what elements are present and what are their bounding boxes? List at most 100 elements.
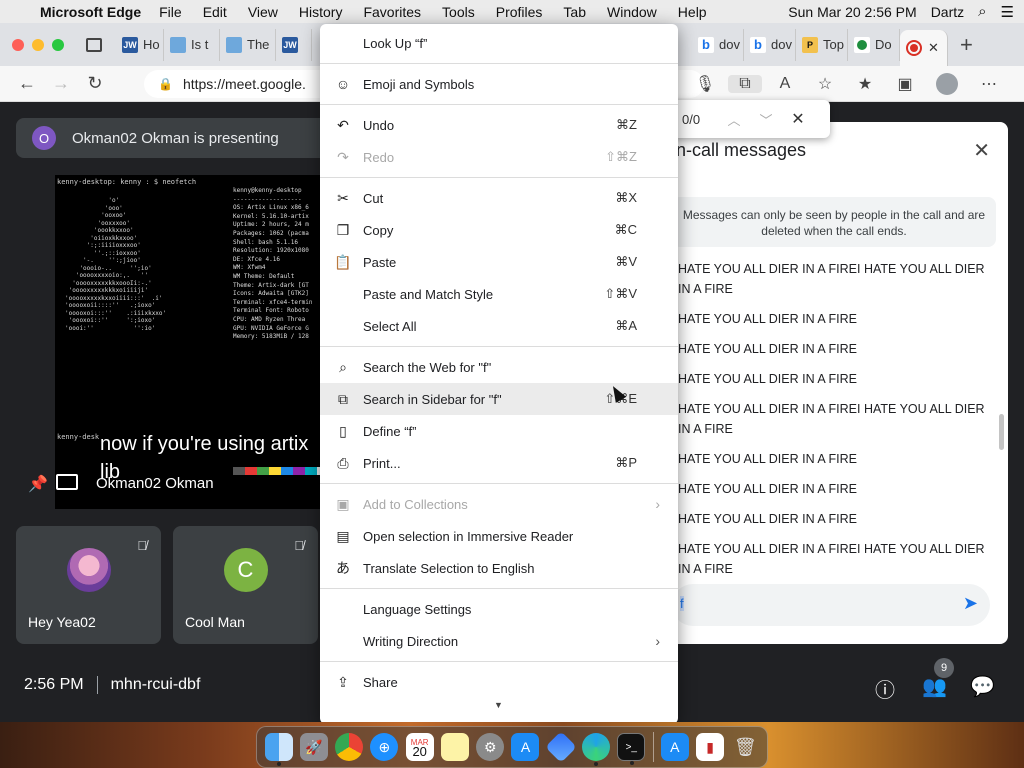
app-store-folder-icon[interactable]: A bbox=[660, 733, 689, 761]
menu-item-cut[interactable]: ✂ Cut ⌘X bbox=[320, 182, 678, 214]
tab-2[interactable]: Is t bbox=[164, 28, 220, 61]
menu-item-emoji[interactable]: ☺ Emoji and Symbols bbox=[320, 68, 678, 100]
send-icon[interactable]: ➤ bbox=[963, 593, 978, 614]
forward-arrow-icon[interactable]: → bbox=[44, 73, 78, 94]
menu-item-label: Paste and Match Style bbox=[363, 286, 494, 302]
menu-item-writing-direction[interactable]: Writing Direction › bbox=[320, 625, 678, 657]
pin-icon[interactable]: 📌 bbox=[28, 474, 48, 494]
participant-tile[interactable]: 🎙̸ C Cool Man bbox=[173, 526, 318, 644]
finder-icon[interactable] bbox=[264, 733, 293, 766]
menu-view[interactable]: View bbox=[248, 4, 278, 20]
collections-icon[interactable]: ▣ bbox=[888, 74, 922, 94]
menu-item-print[interactable]: ⎙ Print... ⌘P bbox=[320, 447, 678, 479]
tab-active-recording[interactable]: ✕ bbox=[900, 30, 948, 66]
menu-edit[interactable]: Edit bbox=[203, 4, 227, 20]
read-aloud-icon[interactable]: A bbox=[768, 75, 802, 93]
menu-item-redo[interactable]: ↷ Redo ⇧⌘Z bbox=[320, 141, 678, 173]
recording-icon bbox=[906, 40, 922, 56]
find-next-icon[interactable]: ﹀ bbox=[750, 110, 782, 129]
info-icon[interactable]: ⓘ bbox=[875, 674, 895, 703]
tab-meet[interactable]: Do bbox=[848, 28, 900, 61]
launchpad-icon[interactable]: 🚀 bbox=[299, 733, 328, 761]
chrome-icon[interactable] bbox=[335, 733, 364, 761]
user-name[interactable]: Dartz bbox=[931, 4, 964, 20]
menu-item-share[interactable]: ⇪ Share bbox=[320, 666, 678, 698]
dictionary-icon: ▯ bbox=[339, 422, 347, 439]
participant-tile[interactable]: 🎙̸ Hey Yea02 bbox=[16, 526, 161, 644]
close-find-icon[interactable]: ✕ bbox=[782, 109, 814, 129]
zoom-window-button[interactable] bbox=[52, 38, 64, 51]
chat-notice: Messages can only be seen by people in t… bbox=[672, 197, 996, 247]
menu-item-undo[interactable]: ↶ Undo ⌘Z bbox=[320, 109, 678, 141]
close-icon[interactable]: ✕ bbox=[973, 138, 990, 163]
menu-item-label: Open selection in Immersive Reader bbox=[363, 528, 574, 544]
scroll-down-icon[interactable]: ▼ bbox=[494, 700, 503, 710]
menu-item-paste[interactable]: 📋 Paste ⌘V bbox=[320, 246, 678, 278]
menu-history[interactable]: History bbox=[299, 4, 343, 20]
refresh-icon[interactable]: ↻ bbox=[78, 73, 112, 94]
window-controls bbox=[12, 38, 64, 51]
microphone-icon[interactable]: 🎙 bbox=[688, 74, 722, 94]
minimize-window-button[interactable] bbox=[32, 38, 44, 51]
system-preferences-icon[interactable]: ⚙ bbox=[476, 733, 505, 761]
menu-tools[interactable]: Tools bbox=[442, 4, 475, 20]
shortcut: ⌘Z bbox=[616, 117, 637, 132]
app-store-icon[interactable]: A bbox=[511, 733, 540, 761]
edge-icon[interactable] bbox=[582, 733, 611, 766]
find-in-page-icon[interactable]: ⧉ bbox=[728, 75, 762, 93]
chat-icon[interactable]: 💬 bbox=[970, 674, 995, 699]
more-menu-icon[interactable]: ⋯ bbox=[972, 74, 1006, 94]
tab-4[interactable]: JW bbox=[276, 28, 312, 61]
terminal-icon[interactable]: >_ bbox=[617, 733, 646, 765]
tab-3[interactable]: The bbox=[220, 28, 276, 61]
tab-1[interactable]: JW Ho bbox=[116, 28, 164, 61]
add-favorite-icon[interactable]: ☆ bbox=[808, 74, 842, 94]
divider bbox=[96, 676, 98, 694]
menu-item-search-sidebar[interactable]: ⧉ Search in Sidebar for "f" ⇧⌘E bbox=[320, 383, 678, 415]
lock-icon[interactable]: 🔒 bbox=[158, 77, 173, 91]
menu-item-copy[interactable]: ❐ Copy ⌘C bbox=[320, 214, 678, 246]
favorites-icon[interactable]: ★ bbox=[848, 74, 882, 94]
menu-item-add-to-collections[interactable]: ▣ Add to Collections › bbox=[320, 488, 678, 520]
menu-tab[interactable]: Tab bbox=[563, 4, 586, 20]
menu-favorites[interactable]: Favorites bbox=[363, 4, 421, 20]
find-previous-icon[interactable]: ︿ bbox=[718, 110, 750, 129]
menu-item-immersive-reader[interactable]: ▤ Open selection in Immersive Reader bbox=[320, 520, 678, 552]
back-arrow-icon[interactable]: ← bbox=[10, 73, 44, 94]
document-icon[interactable]: ▮ bbox=[696, 733, 725, 761]
chat-input[interactable]: f ➤ bbox=[672, 584, 990, 626]
menu-item-look-up[interactable]: Look Up “f” bbox=[320, 27, 678, 59]
presenting-banner: O Okman02 Okman is presenting bbox=[16, 118, 336, 158]
spotlight-search-icon[interactable]: ⌕ bbox=[978, 3, 986, 20]
menu-item-define[interactable]: ▯ Define “f” bbox=[320, 415, 678, 447]
chat-message: HATE YOU ALL DIER IN A FIRE bbox=[678, 342, 857, 356]
chat-scrollbar[interactable] bbox=[999, 414, 1004, 450]
tab-top[interactable]: P Top bbox=[796, 28, 848, 61]
menu-window[interactable]: Window bbox=[607, 4, 657, 20]
menu-item-paste-match-style[interactable]: Paste and Match Style ⇧⌘V bbox=[320, 278, 678, 310]
app-menu-name[interactable]: Microsoft Edge bbox=[40, 4, 141, 20]
clock[interactable]: Sun Mar 20 2:56 PM bbox=[788, 4, 916, 20]
calendar-icon[interactable]: MAR 20 bbox=[405, 733, 434, 761]
menu-profiles[interactable]: Profiles bbox=[496, 4, 543, 20]
tab-actions-icon[interactable] bbox=[86, 37, 102, 52]
chevron-right-icon: › bbox=[655, 633, 660, 649]
tab-bing-1[interactable]: b dov bbox=[692, 28, 744, 61]
vscode-icon[interactable] bbox=[544, 731, 577, 763]
menu-file[interactable]: File bbox=[159, 4, 182, 20]
safari-icon[interactable]: ⊕ bbox=[370, 733, 399, 761]
trash-icon[interactable]: 🗑 bbox=[731, 733, 759, 761]
control-center-icon[interactable]: ☰ bbox=[1001, 3, 1014, 21]
menu-help[interactable]: Help bbox=[678, 4, 707, 20]
chat-input-value: f bbox=[680, 596, 684, 611]
profile-avatar-icon[interactable] bbox=[936, 73, 958, 95]
menu-item-select-all[interactable]: Select All ⌘A bbox=[320, 310, 678, 342]
close-window-button[interactable] bbox=[12, 38, 24, 51]
tab-bing-2[interactable]: b dov bbox=[744, 28, 796, 61]
notes-icon[interactable] bbox=[440, 733, 469, 761]
menu-item-search-web[interactable]: ⌕ Search the Web for "f" bbox=[320, 351, 678, 383]
new-tab-button[interactable]: + bbox=[960, 32, 973, 58]
close-tab-icon[interactable]: ✕ bbox=[928, 40, 939, 56]
menu-item-language-settings[interactable]: Language Settings bbox=[320, 593, 678, 625]
menu-item-translate[interactable]: あ Translate Selection to English bbox=[320, 552, 678, 584]
